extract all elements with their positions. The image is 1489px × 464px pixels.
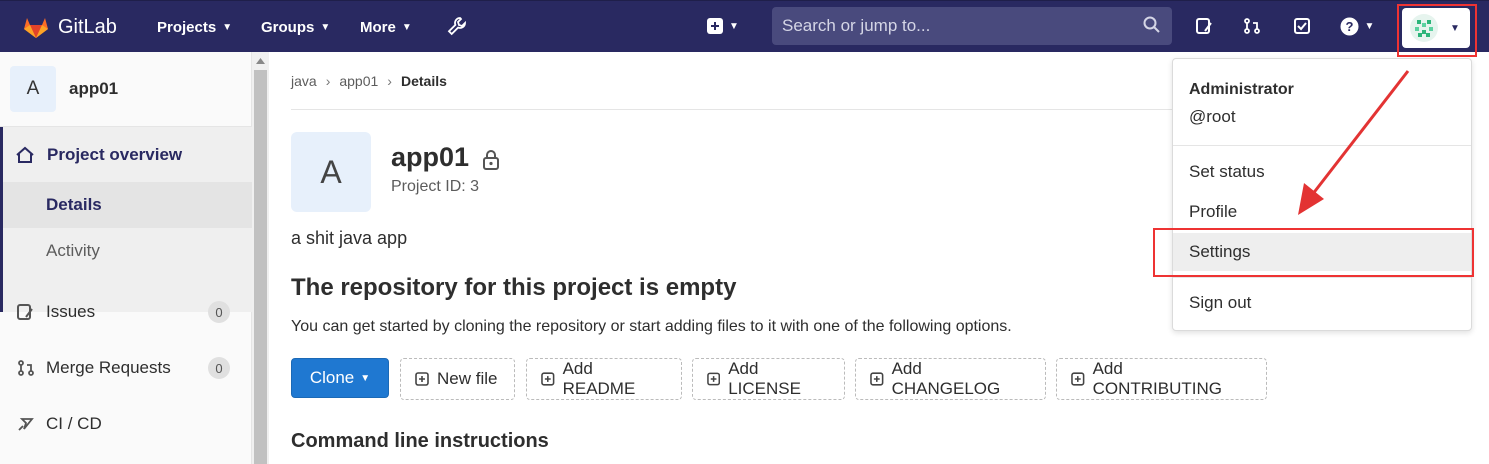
sidebar-item-activity[interactable]: Activity: [3, 228, 255, 274]
chevron-down-icon: ▼: [1364, 20, 1375, 32]
lock-icon: [483, 150, 499, 175]
search-input[interactable]: Search or jump to...: [772, 7, 1172, 45]
top-navbar: GitLab Projects ▼ Groups ▼ More ▼ ▼ Search …: [0, 0, 1489, 52]
help-dropdown[interactable]: ? ▼: [1337, 15, 1377, 37]
sidebar-item-issues[interactable]: Issues 0: [0, 292, 252, 332]
brand-name: GitLab: [58, 15, 117, 38]
sidebar-overview-section: Project overview Details Activity: [0, 127, 255, 312]
chevron-down-icon: ▼: [320, 21, 331, 33]
nav-more-label: More: [360, 18, 396, 36]
gitlab-tanuki-icon: [24, 18, 48, 38]
add-readme-button[interactable]: Add README: [526, 358, 682, 400]
breadcrumb-current: Details: [400, 73, 447, 89]
menu-item-sign-out[interactable]: Sign out: [1173, 284, 1471, 322]
chevron-down-icon: ▼: [729, 20, 739, 32]
sidebar-item-details[interactable]: Details: [3, 182, 255, 228]
search-placeholder: Search or jump to...: [782, 16, 931, 35]
project-id: Project ID: 3: [391, 178, 480, 195]
add-contributing-button[interactable]: Add CONTRIBUTING: [1056, 358, 1267, 400]
project-avatar-large: A: [291, 132, 371, 212]
gitlab-logo[interactable]: GitLab: [24, 1, 117, 53]
chevron-down-icon: ▼: [222, 21, 233, 33]
chevron-right-icon: ›: [325, 73, 331, 89]
search-icon: [1143, 16, 1160, 38]
plus-square-icon: [415, 372, 429, 386]
plus-square-icon: [707, 372, 721, 386]
plus-square-icon: [870, 372, 884, 386]
button-label: Add README: [562, 359, 636, 398]
divider: [1173, 277, 1471, 278]
nav-more-dropdown[interactable]: More ▼: [360, 1, 412, 53]
issues-icon: [17, 304, 33, 320]
sidebar-item-label: Project overview: [47, 145, 183, 164]
empty-repo-hint: You can get started by cloning the repos…: [291, 318, 1012, 335]
annotation-highlight-box: [1397, 4, 1477, 57]
clone-button[interactable]: Clone ▼: [291, 358, 389, 398]
user-display-name[interactable]: Administrator: [1189, 81, 1294, 99]
button-label: Add LICENSE: [728, 359, 801, 398]
menu-item-label: Profile: [1189, 202, 1238, 221]
button-label: New file: [437, 369, 498, 388]
chevron-down-icon: ▼: [360, 372, 371, 384]
home-icon: [16, 146, 34, 163]
breadcrumb-item[interactable]: java: [291, 73, 317, 89]
sidebar-item-cicd[interactable]: CI / CD: [0, 404, 252, 444]
breadcrumb-item[interactable]: app01: [339, 73, 378, 89]
sidebar-scrollbar[interactable]: [252, 52, 269, 464]
sidebar-item-label: Issues: [46, 302, 96, 321]
svg-text:?: ?: [1345, 19, 1353, 34]
sidebar-project-header[interactable]: A app01: [0, 52, 252, 127]
add-changelog-button[interactable]: Add CHANGELOG: [855, 358, 1046, 400]
button-label: Add CONTRIBUTING: [1092, 359, 1222, 398]
add-license-button[interactable]: Add LICENSE: [692, 358, 845, 400]
issues-count-badge: 0: [208, 301, 230, 323]
plus-square-icon: [707, 18, 724, 34]
sidebar-project-name: app01: [69, 79, 119, 98]
menu-item-label: Sign out: [1189, 293, 1252, 312]
plus-square-icon: [1071, 372, 1085, 386]
sidebar-item-label: CI / CD: [46, 414, 102, 433]
new-file-button[interactable]: New file: [400, 358, 515, 400]
breadcrumb: java › app01 › Details: [291, 73, 447, 89]
chevron-down-icon: ▼: [401, 21, 412, 33]
sidebar-item-project-overview[interactable]: Project overview: [3, 135, 255, 175]
nav-groups-label: Groups: [261, 18, 315, 36]
annotation-highlight-box: [1153, 228, 1474, 277]
chevron-right-icon: ›: [387, 73, 392, 89]
todos-checkbox-icon[interactable]: [1291, 15, 1313, 37]
command-line-heading: Command line instructions: [291, 430, 549, 452]
scroll-up-icon: [256, 58, 265, 64]
project-description: a shit java app: [291, 228, 408, 248]
todo-snippet-icon[interactable]: [1193, 15, 1215, 37]
nav-projects-dropdown[interactable]: Projects ▼: [157, 1, 232, 53]
help-question-icon: ?: [1340, 17, 1359, 35]
user-username[interactable]: @root: [1189, 107, 1236, 127]
project-avatar: A: [10, 66, 56, 112]
project-sidebar: A app01 Project overview Details Activit…: [0, 52, 255, 464]
sidebar-item-merge-requests[interactable]: Merge Requests 0: [0, 348, 252, 388]
empty-repo-heading: The repository for this project is empty: [291, 274, 737, 301]
admin-wrench-icon[interactable]: [446, 15, 468, 37]
sidebar-item-label: Activity: [46, 241, 100, 260]
menu-item-label: Set status: [1189, 162, 1265, 181]
button-label: Add CHANGELOG: [891, 359, 1001, 398]
merge-request-icon: [18, 360, 34, 376]
project-title: app01: [391, 142, 470, 172]
divider: [291, 109, 1191, 110]
merge-request-icon[interactable]: [1241, 15, 1263, 37]
sidebar-item-label: Merge Requests: [46, 358, 171, 377]
clone-label: Clone: [309, 368, 355, 387]
nav-groups-dropdown[interactable]: Groups ▼: [261, 1, 330, 53]
rocket-icon: [18, 418, 34, 431]
annotation-arrow: [1298, 70, 1410, 215]
sidebar-item-label: Details: [46, 195, 102, 214]
scrollbar-thumb[interactable]: [254, 70, 267, 464]
new-item-dropdown[interactable]: ▼: [703, 15, 743, 37]
nav-projects-label: Projects: [157, 18, 217, 36]
plus-square-icon: [541, 372, 555, 386]
mr-count-badge: 0: [208, 357, 230, 379]
